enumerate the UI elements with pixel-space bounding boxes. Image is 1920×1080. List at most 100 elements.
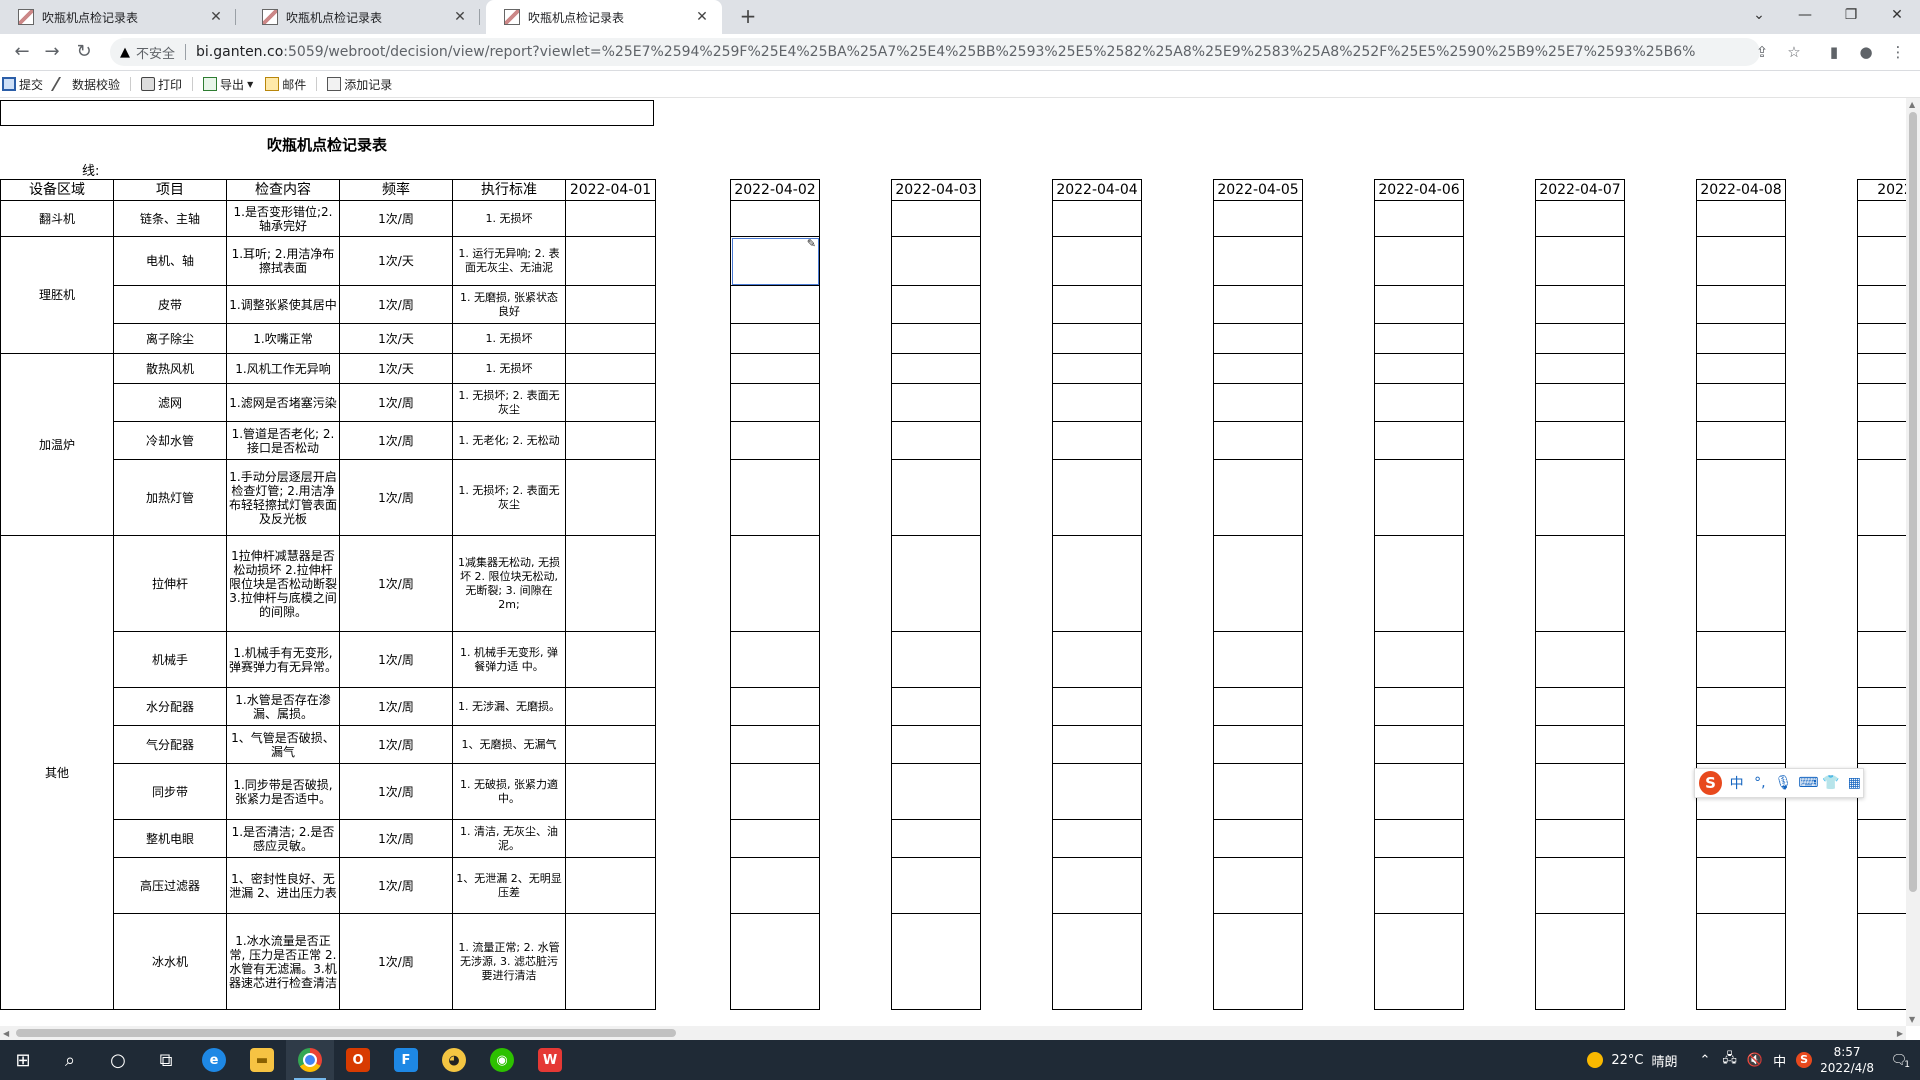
- cell-date-entry[interactable]: [730, 535, 820, 632]
- cell-date-entry[interactable]: [891, 383, 981, 422]
- bookmark-star-icon[interactable]: ☆: [1782, 40, 1806, 64]
- cell-date-entry[interactable]: [1857, 687, 1908, 726]
- cell-date-entry[interactable]: [1052, 459, 1142, 536]
- not-secure-label[interactable]: 不安全: [136, 43, 175, 62]
- ime-language-toggle[interactable]: 中: [1728, 773, 1745, 793]
- restore-icon[interactable]: ❐: [1828, 0, 1874, 30]
- cell-date-entry[interactable]: [1213, 725, 1303, 764]
- qq-penguin-icon[interactable]: ◕: [430, 1040, 478, 1080]
- file-explorer-icon[interactable]: ▬: [238, 1040, 286, 1080]
- url-text[interactable]: bi.ganten.co:5059/webroot/decision/view/…: [196, 44, 1696, 60]
- browser-tab-3[interactable]: 吹瓶机点检记录表 ✕: [486, 0, 722, 34]
- cell-date-entry[interactable]: [1696, 323, 1786, 354]
- scroll-left-arrow-icon[interactable]: ◀: [3, 1029, 9, 1038]
- search-icon[interactable]: ⌕: [46, 1040, 94, 1080]
- cell-date-entry[interactable]: [1696, 459, 1786, 536]
- share-icon[interactable]: ⇪: [1750, 40, 1774, 64]
- cell-date-entry[interactable]: [1857, 383, 1908, 422]
- cell-date-entry[interactable]: [730, 323, 820, 354]
- sogou-logo-icon[interactable]: S: [1699, 771, 1723, 795]
- close-icon[interactable]: ✕: [450, 9, 470, 25]
- cell-date-entry[interactable]: [891, 353, 981, 384]
- cell-date-entry[interactable]: [891, 459, 981, 536]
- cell-date-entry[interactable]: [891, 323, 981, 354]
- cell-date-entry[interactable]: [1857, 200, 1908, 237]
- cell-date-entry[interactable]: [565, 421, 656, 460]
- cell-date-entry[interactable]: [1535, 285, 1625, 324]
- cell-date-entry[interactable]: [1696, 200, 1786, 237]
- cell-date-entry[interactable]: [565, 913, 656, 1010]
- cell-date-entry[interactable]: [1696, 383, 1786, 422]
- cell-date-entry[interactable]: [1374, 535, 1464, 632]
- cell-date-entry[interactable]: [891, 535, 981, 632]
- cell-date-entry[interactable]: [565, 687, 656, 726]
- cell-date-entry[interactable]: [1213, 353, 1303, 384]
- cell-date-entry[interactable]: [1857, 421, 1908, 460]
- cell-date-entry[interactable]: [730, 631, 820, 688]
- tab-search-chevron-icon[interactable]: ⌄: [1736, 0, 1782, 30]
- cell-date-entry[interactable]: [730, 285, 820, 324]
- submit-button[interactable]: 提交: [2, 76, 43, 93]
- cell-date-entry[interactable]: [1857, 913, 1908, 1010]
- keyboard-icon[interactable]: ⌨: [1798, 775, 1818, 791]
- cell-date-entry[interactable]: [565, 535, 656, 632]
- cell-date-entry[interactable]: [1052, 687, 1142, 726]
- cell-date-entry[interactable]: [1535, 236, 1625, 286]
- cell-date-entry[interactable]: [1213, 687, 1303, 726]
- cell-date-entry[interactable]: [1535, 323, 1625, 354]
- cell-date-entry[interactable]: [565, 200, 656, 237]
- menu-kebab-icon[interactable]: ⋮: [1886, 40, 1910, 64]
- warning-icon[interactable]: ▲: [120, 45, 130, 60]
- weather-desc[interactable]: 晴朗: [1651, 1051, 1677, 1070]
- cell-date-entry[interactable]: [1696, 353, 1786, 384]
- chevron-up-icon[interactable]: ⌃: [1699, 1053, 1710, 1068]
- cell-date-entry[interactable]: [1374, 323, 1464, 354]
- horizontal-scroll-thumb[interactable]: [16, 1029, 676, 1037]
- cell-date-entry[interactable]: [730, 459, 820, 536]
- scroll-right-arrow-icon[interactable]: ▶: [1897, 1029, 1903, 1038]
- cell-date-entry[interactable]: [730, 421, 820, 460]
- cell-date-entry[interactable]: [1052, 763, 1142, 820]
- weather-temp[interactable]: 22°C: [1611, 1053, 1643, 1068]
- cell-date-entry[interactable]: [565, 631, 656, 688]
- cell-date-entry[interactable]: [1374, 913, 1464, 1010]
- cell-date-entry[interactable]: [1535, 631, 1625, 688]
- scroll-down-arrow-icon[interactable]: ▼: [1909, 1015, 1915, 1024]
- cell-date-entry[interactable]: [565, 383, 656, 422]
- sogou-tray-icon[interactable]: S: [1796, 1052, 1813, 1068]
- cell-date-entry[interactable]: [565, 459, 656, 536]
- cell-date-entry[interactable]: [1374, 459, 1464, 536]
- task-view-icon[interactable]: ⧉: [142, 1040, 190, 1080]
- close-icon[interactable]: ✕: [692, 9, 712, 25]
- cell-date-entry[interactable]: [1052, 383, 1142, 422]
- cell-date-entry[interactable]: [1052, 913, 1142, 1010]
- cortana-icon[interactable]: ○: [94, 1040, 142, 1080]
- export-button[interactable]: 导出 ▼: [203, 76, 253, 93]
- cell-date-entry[interactable]: [565, 857, 656, 914]
- chrome-icon[interactable]: [286, 1040, 334, 1080]
- cell-date-entry[interactable]: [1857, 631, 1908, 688]
- cell-date-entry[interactable]: [565, 285, 656, 324]
- cell-date-entry[interactable]: [1374, 353, 1464, 384]
- cell-date-entry[interactable]: [1213, 819, 1303, 858]
- back-arrow-icon[interactable]: ←: [10, 40, 34, 64]
- cell-date-entry[interactable]: [1374, 285, 1464, 324]
- mail-button[interactable]: 邮件: [265, 76, 306, 93]
- cell-date-entry[interactable]: [1696, 631, 1786, 688]
- cell-date-entry[interactable]: [1374, 725, 1464, 764]
- side-panel-icon[interactable]: ▮: [1822, 40, 1846, 64]
- cell-date-entry[interactable]: [730, 353, 820, 384]
- cell-date-entry[interactable]: [1535, 725, 1625, 764]
- cell-date-entry[interactable]: [1052, 857, 1142, 914]
- cell-date-entry[interactable]: [1052, 323, 1142, 354]
- browser-tab-2[interactable]: 吹瓶机点检记录表 ✕: [244, 0, 480, 34]
- cell-date-entry[interactable]: [891, 819, 981, 858]
- cell-date-entry[interactable]: [891, 285, 981, 324]
- edge-browser-icon[interactable]: e: [190, 1040, 238, 1080]
- cell-date-entry[interactable]: [1052, 353, 1142, 384]
- scroll-up-arrow-icon[interactable]: ▲: [1909, 100, 1915, 109]
- cell-date-entry[interactable]: [1535, 459, 1625, 536]
- cell-date-entry[interactable]: [891, 236, 981, 286]
- office-icon[interactable]: O: [334, 1040, 382, 1080]
- cell-date-entry[interactable]: [1857, 323, 1908, 354]
